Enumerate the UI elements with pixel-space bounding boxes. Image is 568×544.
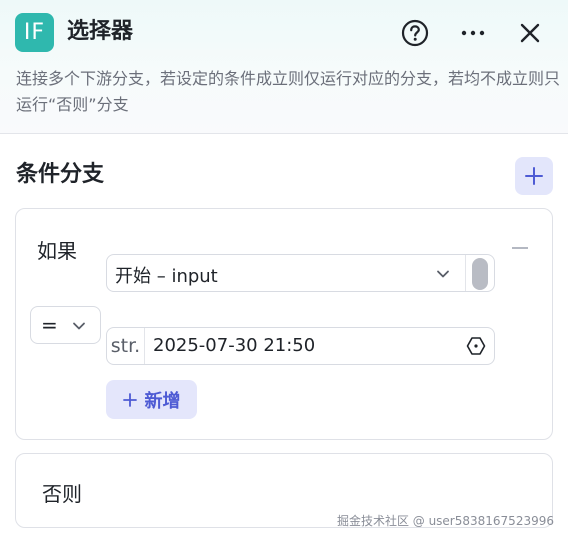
operator-value: =	[41, 313, 58, 337]
collapse-icon[interactable]	[512, 247, 528, 249]
section-title: 条件分支	[16, 162, 105, 187]
value-input[interactable]: str. 2025-07-30 21:50	[106, 327, 495, 365]
operator-select[interactable]: =	[30, 306, 101, 344]
help-icon	[401, 19, 429, 47]
plus-icon	[525, 167, 543, 185]
else-label: 否则	[42, 482, 82, 506]
value-text: 2025-07-30 21:50	[153, 335, 316, 356]
node-title: 选择器	[67, 19, 134, 44]
more-icon	[461, 30, 485, 36]
if-branch-card: 如果 = 开始 – input str. 2025-07-30 21:50 新增	[15, 208, 553, 440]
help-button[interactable]	[398, 16, 432, 50]
divider	[465, 255, 466, 291]
if-label: 如果	[37, 239, 77, 263]
value-type-tag: str.	[107, 328, 145, 364]
watermark: 掘金技术社区 @ user5838167523996	[336, 514, 554, 528]
plus-icon	[122, 392, 137, 407]
close-icon	[520, 23, 540, 43]
node-header: IF 选择器 连接多个下游分支，若设定的条件成立则仅运行对应的分支，若均不成立则…	[0, 0, 568, 134]
add-branch-button[interactable]	[515, 157, 553, 195]
variable-value: 开始 – input	[115, 266, 218, 287]
close-button[interactable]	[513, 16, 547, 50]
node-description: 连接多个下游分支，若设定的条件成立则仅运行对应的分支，若均不成立则只运行“否则”…	[16, 69, 561, 114]
variable-select[interactable]: 开始 – input	[106, 254, 495, 292]
chevron-down-icon	[73, 322, 85, 330]
add-condition-label: 新增	[144, 390, 181, 412]
scroll-handle[interactable]	[472, 258, 488, 290]
add-condition-button[interactable]: 新增	[106, 380, 197, 419]
if-node-icon: IF	[15, 13, 54, 52]
more-button[interactable]	[456, 16, 490, 50]
chevron-down-icon	[437, 270, 449, 278]
variable-picker-icon[interactable]	[466, 336, 486, 356]
